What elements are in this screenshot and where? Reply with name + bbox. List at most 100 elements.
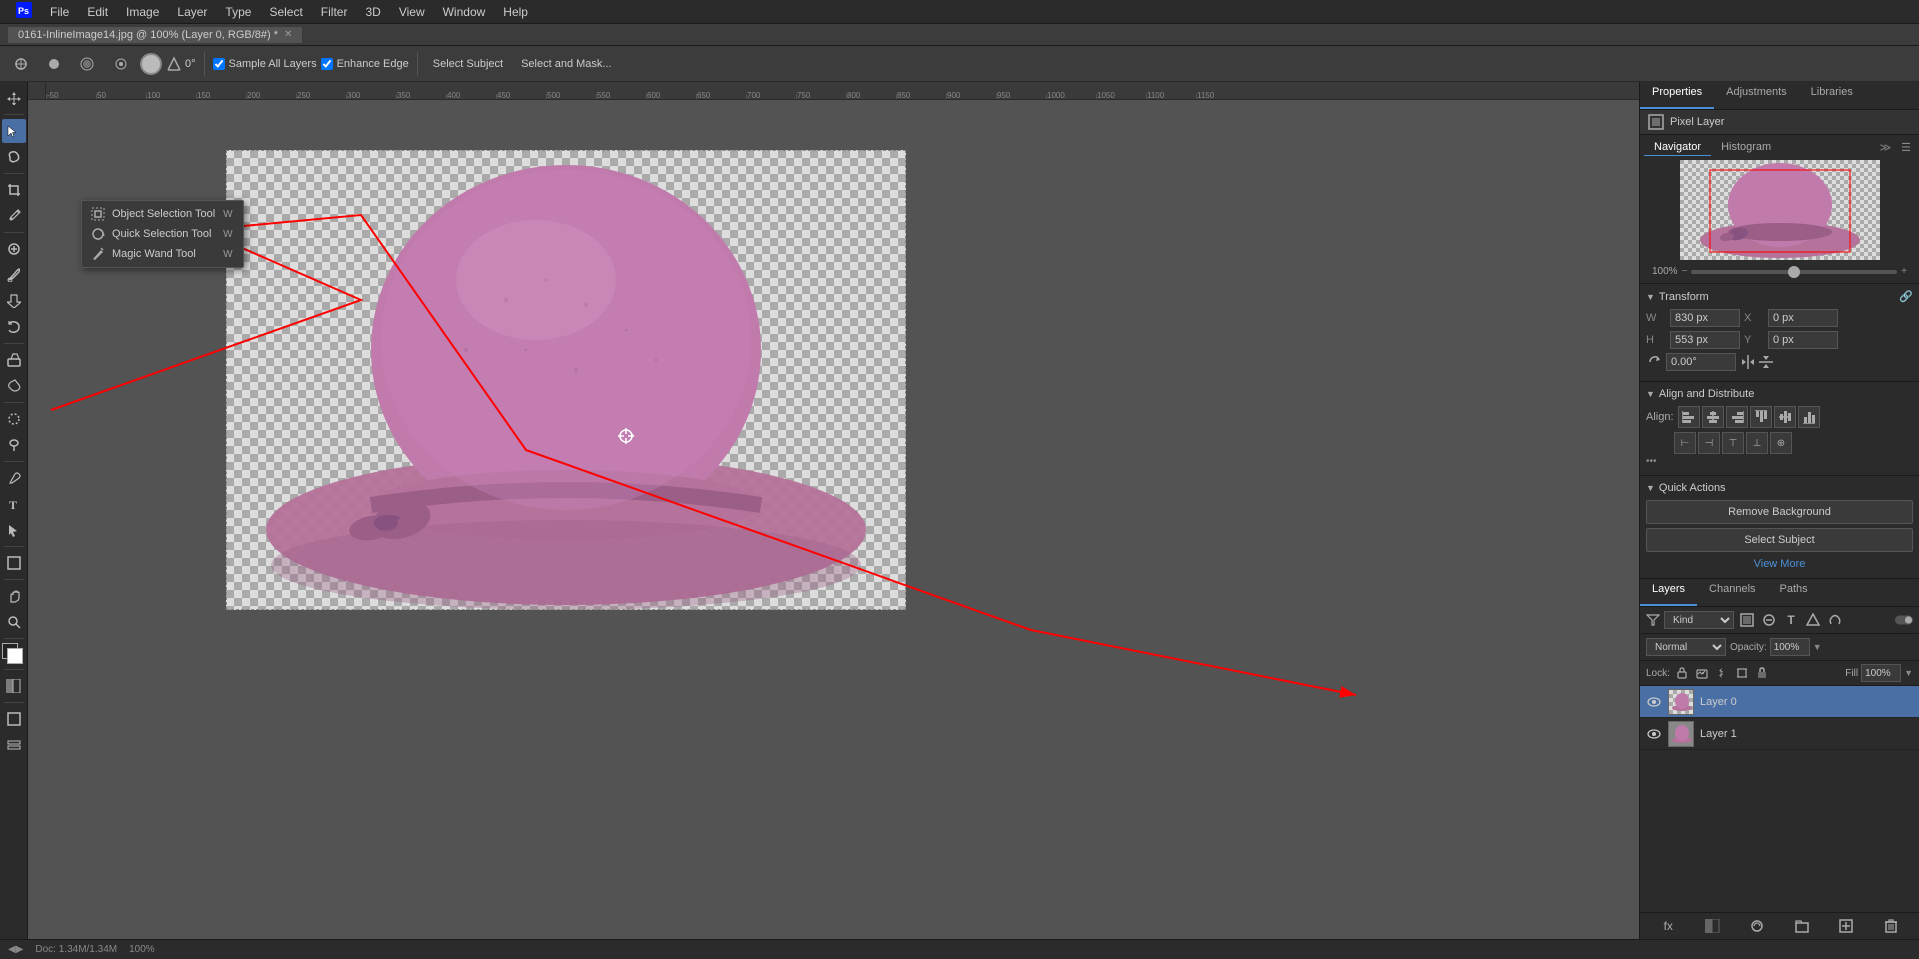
align-bottom-btn[interactable]	[1798, 406, 1820, 428]
menu-3d[interactable]: 3D	[357, 3, 388, 21]
tab-layers[interactable]: Layers	[1640, 579, 1697, 606]
layer-add-button[interactable]	[1837, 917, 1855, 935]
flip-v-icon[interactable]	[1758, 354, 1774, 370]
tab-histogram[interactable]: Histogram	[1711, 139, 1781, 156]
navigator-menu[interactable]: ☰	[1897, 139, 1915, 156]
paint-bucket-tool[interactable]	[2, 374, 26, 398]
navigator-expand[interactable]: ≫	[1876, 139, 1896, 156]
crop-tool[interactable]	[2, 178, 26, 202]
tab-navigator[interactable]: Navigator	[1644, 139, 1711, 156]
filter-pixel-icon[interactable]	[1738, 611, 1756, 629]
menu-file[interactable]: File	[42, 3, 77, 21]
zoom-in-icon[interactable]: +	[1901, 266, 1907, 277]
layer-mask-button[interactable]	[1704, 917, 1722, 935]
dodge-tool[interactable]	[2, 433, 26, 457]
blend-mode-select[interactable]: Normal	[1646, 638, 1726, 656]
view-more-link[interactable]: View More	[1646, 556, 1913, 572]
menu-view[interactable]: View	[391, 3, 433, 21]
menu-type[interactable]: Type	[217, 3, 259, 21]
opacity-arrow[interactable]: ▼	[1813, 642, 1822, 652]
sample-all-layers-input[interactable]	[213, 58, 225, 70]
filter-type-icon[interactable]: T	[1782, 611, 1800, 629]
quick-mask-tool[interactable]	[2, 674, 26, 698]
align-left-btn[interactable]	[1678, 406, 1700, 428]
layer-0-visibility[interactable]	[1646, 694, 1662, 710]
tab-libraries[interactable]: Libraries	[1799, 82, 1865, 109]
y-input[interactable]	[1768, 331, 1838, 349]
text-tool[interactable]: T	[2, 492, 26, 516]
context-menu-quick-selection[interactable]: Quick Selection Tool W	[82, 224, 243, 244]
menu-help[interactable]: Help	[495, 3, 536, 21]
tab-adjustments[interactable]: Adjustments	[1714, 82, 1799, 109]
canvas-content[interactable]: Object Selection Tool W Quick Selection …	[46, 100, 1639, 939]
zoom-out-icon[interactable]: −	[1682, 266, 1688, 277]
w-input[interactable]	[1670, 309, 1740, 327]
selection-tool[interactable]	[2, 119, 26, 143]
sample-all-layers-check[interactable]: Sample All Layers	[213, 58, 317, 70]
lock-image-icon[interactable]	[1694, 665, 1710, 681]
eraser-tool[interactable]	[2, 348, 26, 372]
blur-tool[interactable]	[2, 407, 26, 431]
align-top-btn[interactable]	[1750, 406, 1772, 428]
pen-tool[interactable]	[2, 466, 26, 490]
menu-filter[interactable]: Filter	[313, 3, 356, 21]
brush-tool-left[interactable]	[2, 263, 26, 287]
tab-paths[interactable]: Paths	[1768, 579, 1820, 606]
filter-smart-icon[interactable]	[1826, 611, 1844, 629]
fill-arrow[interactable]: ▼	[1904, 668, 1913, 678]
filter-adjustment-icon[interactable]	[1760, 611, 1778, 629]
fill-input[interactable]	[1861, 664, 1901, 682]
enhance-edge-check[interactable]: Enhance Edge	[321, 58, 409, 70]
layers-kind-select[interactable]: Kind	[1664, 611, 1734, 629]
distribute-bottom-btn[interactable]: ⊕	[1770, 432, 1792, 454]
more-options[interactable]: •••	[1646, 454, 1913, 469]
transform-section-header[interactable]: ▼ Transform 🔗	[1646, 290, 1913, 303]
screen-mode-tool[interactable]	[2, 707, 26, 731]
brush-option-1[interactable]	[72, 52, 102, 76]
path-selection-tool[interactable]	[2, 518, 26, 542]
healing-tool[interactable]	[2, 237, 26, 261]
menu-image[interactable]: Image	[118, 3, 167, 21]
distribute-center-h-btn[interactable]: ⊣	[1698, 432, 1720, 454]
filter-shape-icon[interactable]	[1804, 611, 1822, 629]
tab-channels[interactable]: Channels	[1697, 579, 1767, 606]
tab-close-icon[interactable]: ✕	[284, 29, 292, 40]
select-and-mask-button[interactable]: Select and Mask...	[514, 54, 619, 74]
zoom-tool[interactable]	[2, 610, 26, 634]
layer-1-visibility[interactable]	[1646, 726, 1662, 742]
quick-actions-header[interactable]: ▼ Quick Actions	[1646, 482, 1913, 494]
menu-ps[interactable]: Ps	[8, 0, 40, 23]
layer-adjustment-button[interactable]	[1748, 917, 1766, 935]
color-swatches[interactable]	[2, 643, 26, 665]
layer-item-0[interactable]: Layer 0	[1640, 686, 1919, 718]
foreground-color[interactable]	[140, 53, 162, 75]
distribute-right-btn[interactable]: ⊤	[1722, 432, 1744, 454]
opacity-input[interactable]	[1770, 638, 1810, 656]
clone-stamp-tool[interactable]	[2, 289, 26, 313]
rotation-input[interactable]	[1666, 353, 1736, 371]
lock-position-icon[interactable]	[1714, 665, 1730, 681]
h-input[interactable]	[1670, 331, 1740, 349]
eyedropper-tool[interactable]	[2, 204, 26, 228]
align-right-btn[interactable]	[1726, 406, 1748, 428]
layer-fx-button[interactable]: fx	[1659, 917, 1677, 935]
status-arrows[interactable]: ◀▶	[8, 944, 23, 955]
rectangle-tool[interactable]	[2, 551, 26, 575]
remove-background-button[interactable]: Remove Background	[1646, 500, 1913, 524]
layer-item-1[interactable]: Layer 1	[1640, 718, 1919, 750]
lock-all-icon[interactable]	[1754, 665, 1770, 681]
enhance-edge-input[interactable]	[321, 58, 333, 70]
context-menu-magic-wand[interactable]: Magic Wand Tool W	[82, 244, 243, 264]
hand-tool[interactable]	[2, 584, 26, 608]
menu-window[interactable]: Window	[435, 3, 494, 21]
move-tool[interactable]	[2, 86, 26, 110]
layer-group-button[interactable]	[1793, 917, 1811, 935]
select-subject-button[interactable]: Select Subject	[426, 54, 510, 74]
lasso-tool[interactable]	[2, 145, 26, 169]
align-center-h-btn[interactable]	[1702, 406, 1724, 428]
brush-tool-button[interactable]	[6, 52, 36, 76]
zoom-slider[interactable]	[1691, 270, 1897, 274]
align-section-header[interactable]: ▼ Align and Distribute	[1646, 388, 1913, 400]
filter-toggle[interactable]	[1895, 611, 1913, 629]
history-brush-tool[interactable]	[2, 315, 26, 339]
